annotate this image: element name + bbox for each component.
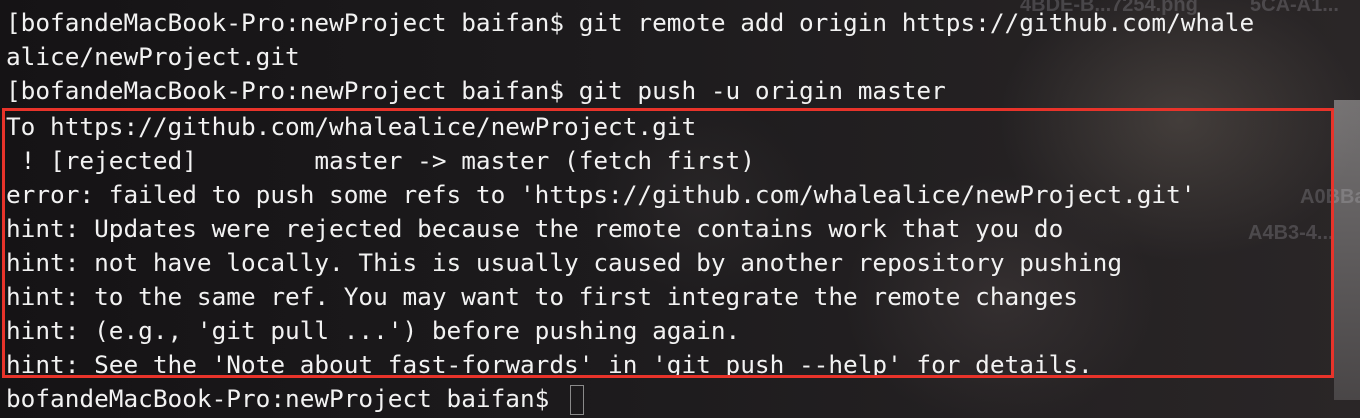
terminal-line: [bofandeMacBook-Pro:newProject baifan$ g… <box>6 76 946 105</box>
terminal-window[interactable]: [bofandeMacBook-Pro:newProject baifan$ g… <box>0 0 1360 418</box>
terminal-prompt-line[interactable]: bofandeMacBook-Pro:newProject baifan$ <box>6 382 585 416</box>
terminal-prompt: bofandeMacBook-Pro:newProject baifan$ <box>6 384 565 413</box>
text-cursor <box>570 385 585 415</box>
terminal-line: alice/newProject.git <box>6 42 300 71</box>
terminal-line: [bofandeMacBook-Pro:newProject baifan$ g… <box>6 8 1255 37</box>
error-highlight-box <box>2 108 1334 378</box>
